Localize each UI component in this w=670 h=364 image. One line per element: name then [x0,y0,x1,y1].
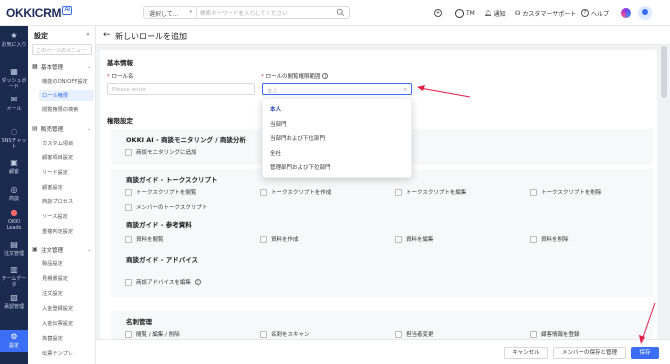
annotation-arrows [417,85,656,344]
